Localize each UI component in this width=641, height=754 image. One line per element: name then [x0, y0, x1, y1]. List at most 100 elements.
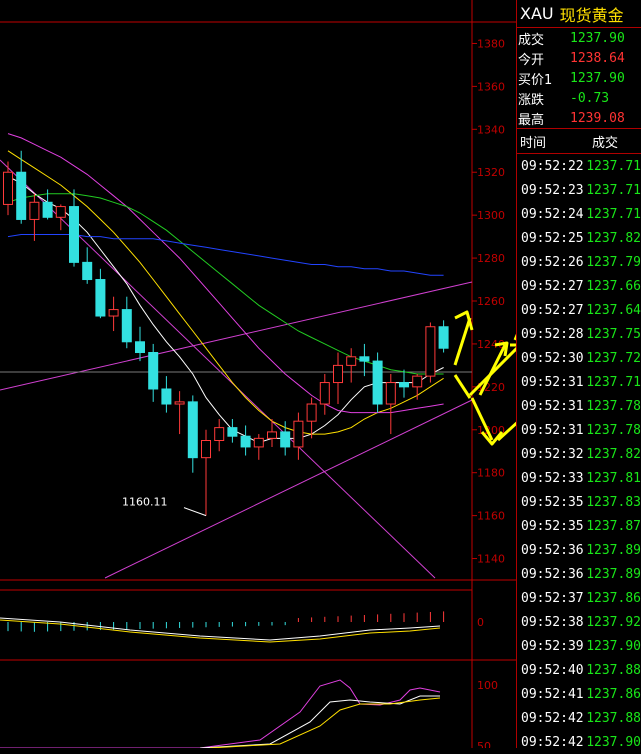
- candle-body: [293, 420, 304, 448]
- tick-row: 09:52:30 1237.72: [517, 346, 641, 370]
- quote-rows: 成交 1237.90 今开 1238.64 买价1 1237.90 涨跌 -0.73 最高 123…: [517, 28, 641, 128]
- tick-list[interactable]: 09:52:22 1237.71 09:52:23 1237.71 09:52:24 12…: [517, 154, 641, 754]
- price-tick-label: 1360: [477, 80, 505, 93]
- tick-price: 1237.71: [586, 206, 641, 222]
- tick-row: 09:52:42 1237.90: [517, 730, 641, 754]
- quote-value: -0.73: [570, 90, 610, 106]
- tick-time: 09:52:37: [521, 590, 584, 606]
- quote-value: 1237.90: [570, 30, 625, 46]
- tick-time: 09:52:41: [521, 686, 584, 702]
- tick-price: 1237.82: [586, 446, 641, 462]
- candle-body: [372, 360, 383, 405]
- kdj-d-line: [209, 697, 441, 748]
- kdj-j-line: [0, 679, 441, 748]
- tick-price: 1237.82: [586, 230, 641, 246]
- tick-price: 1237.90: [586, 638, 641, 654]
- tick-row: 09:52:25 1237.82: [517, 226, 641, 250]
- candle-body: [253, 437, 264, 448]
- candle-body: [121, 309, 132, 343]
- tick-time: 09:52:25: [521, 230, 584, 246]
- tick-price: 1237.72: [586, 350, 641, 366]
- tick-time: 09:52:40: [521, 662, 584, 678]
- quote-value: 1239.08: [570, 110, 625, 126]
- candle-body: [438, 326, 449, 349]
- quote-value: 1237.90: [570, 70, 625, 86]
- candle-body: [412, 375, 423, 388]
- annotation-arrow: [453, 317, 472, 366]
- candle-body: [187, 401, 198, 459]
- tick-row: 09:52:42 1237.88: [517, 706, 641, 730]
- price-tick-label: 1300: [477, 209, 505, 222]
- tick-time: 09:52:27: [521, 278, 584, 294]
- candle-body: [29, 201, 40, 220]
- candle-body: [95, 279, 106, 317]
- price-tick-label: 1140: [477, 553, 505, 566]
- tick-price: 1237.86: [586, 686, 641, 702]
- tick-row: 09:52:31 1237.78: [517, 394, 641, 418]
- candle-body: [319, 382, 330, 405]
- instrument-name: 现货黄金: [559, 5, 624, 25]
- tick-time: 09:52:32: [521, 446, 584, 462]
- tick-time: 09:52:22: [521, 158, 584, 174]
- candle-body: [280, 431, 291, 448]
- trendline-falling: [0, 159, 436, 579]
- tick-row: 09:52:35 1237.83: [517, 490, 641, 514]
- candle-body: [174, 401, 185, 405]
- price-tick-label: 1160: [477, 510, 505, 523]
- tick-price: 1237.86: [586, 590, 641, 606]
- tick-price: 1237.89: [586, 566, 641, 582]
- tick-row: 09:52:39 1237.90: [517, 634, 641, 658]
- quote-row: 涨跌 -0.73: [517, 88, 641, 108]
- candle-body: [135, 341, 145, 354]
- tick-price: 1237.88: [586, 662, 641, 678]
- tick-row: 09:52:22 1237.71: [517, 154, 641, 178]
- tick-row: 09:52:31 1237.78: [517, 418, 641, 442]
- tick-time: 09:52:23: [521, 182, 584, 198]
- candle-body: [227, 427, 238, 437]
- tick-price: 1237.83: [586, 494, 641, 510]
- quote-panel: XAU 现货黄金 成交 1237.90 今开 1238.64 买价1 1237.90 涨跌 -…: [516, 0, 641, 750]
- tick-time: 09:52:24: [521, 206, 584, 222]
- instrument-header: XAU 现货黄金: [517, 0, 641, 28]
- tick-time: 09:52:31: [521, 422, 584, 438]
- tick-row: 09:52:40 1237.88: [517, 658, 641, 682]
- tick-time: 09:52:35: [521, 494, 584, 510]
- candle-body: [267, 431, 277, 439]
- candle-body: [306, 403, 317, 422]
- symbol-label: XAU: [520, 4, 554, 23]
- candle-body: [214, 427, 225, 441]
- candle-body: [359, 356, 370, 362]
- tick-row: 09:52:41 1237.86: [517, 682, 641, 706]
- candle-body: [385, 382, 396, 405]
- tick-price: 1237.64: [586, 302, 641, 318]
- price-tick-label: 1280: [477, 252, 505, 265]
- tick-time: 09:52:38: [521, 614, 584, 630]
- tick-row: 09:52:35 1237.87: [517, 514, 641, 538]
- tick-row: 09:52:23 1237.71: [517, 178, 641, 202]
- tick-row: 09:52:32 1237.82: [517, 442, 641, 466]
- tick-header-price: 成交: [592, 135, 619, 151]
- tick-row: 09:52:36 1237.89: [517, 538, 641, 562]
- price-tick-label: 1260: [477, 295, 505, 308]
- macd-tick-label: 0: [477, 616, 484, 629]
- tick-row: 09:52:31 1237.71: [517, 370, 641, 394]
- quote-label: 最高: [518, 112, 545, 128]
- tick-header: 时间 成交: [517, 129, 641, 154]
- tick-price: 1237.75: [586, 326, 641, 342]
- price-tick-label: 1180: [477, 467, 505, 480]
- tick-price: 1237.71: [586, 374, 641, 390]
- tick-row: 09:52:38 1237.92: [517, 610, 641, 634]
- tick-time: 09:52:28: [521, 326, 584, 342]
- tick-price: 1237.92: [586, 614, 641, 630]
- tick-price: 1237.78: [586, 398, 641, 414]
- quote-label: 涨跌: [518, 92, 545, 108]
- annotation-arrow: [453, 374, 472, 399]
- tick-row: 09:52:24 1237.71: [517, 202, 641, 226]
- candle-body: [399, 382, 409, 388]
- quote-label: 今开: [518, 52, 545, 68]
- tick-time: 09:52:33: [521, 470, 584, 486]
- quote-value: 1238.64: [570, 50, 625, 66]
- tick-row: 09:52:28 1237.75: [517, 322, 641, 346]
- tick-price: 1237.81: [586, 470, 641, 486]
- price-tick-label: 1340: [477, 123, 505, 136]
